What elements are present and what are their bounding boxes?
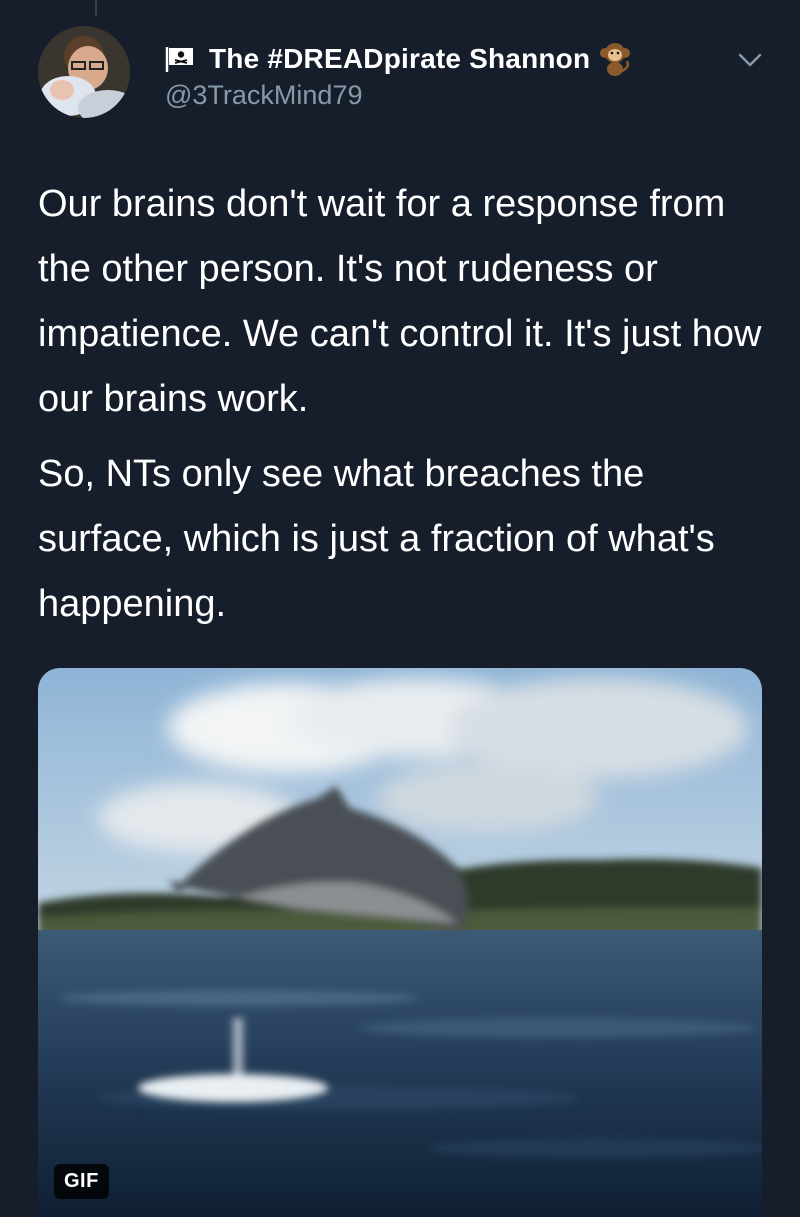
chevron-down-icon[interactable] xyxy=(736,50,764,70)
thread-connector-line xyxy=(95,0,97,16)
tweet-text: Our brains don't wait for a response fro… xyxy=(38,172,778,637)
avatar[interactable] xyxy=(38,26,130,118)
author-handle[interactable]: @3TrackMind79 xyxy=(165,80,362,111)
monkey-emoji-icon xyxy=(600,43,631,76)
dolphin-gif-image xyxy=(38,668,762,1217)
gif-media[interactable]: GIF xyxy=(38,668,762,1217)
display-name: The #DREADpirate Shannon xyxy=(209,43,591,74)
gif-badge: GIF xyxy=(54,1164,109,1199)
tweet-paragraph-1: Our brains don't wait for a response fro… xyxy=(38,183,762,420)
tweet-paragraph-2: So, NTs only see what breaches the surfa… xyxy=(38,453,715,625)
author-name-row[interactable]: The #DREADpirate Shannon xyxy=(165,40,632,78)
pirate-flag-icon xyxy=(165,47,193,72)
